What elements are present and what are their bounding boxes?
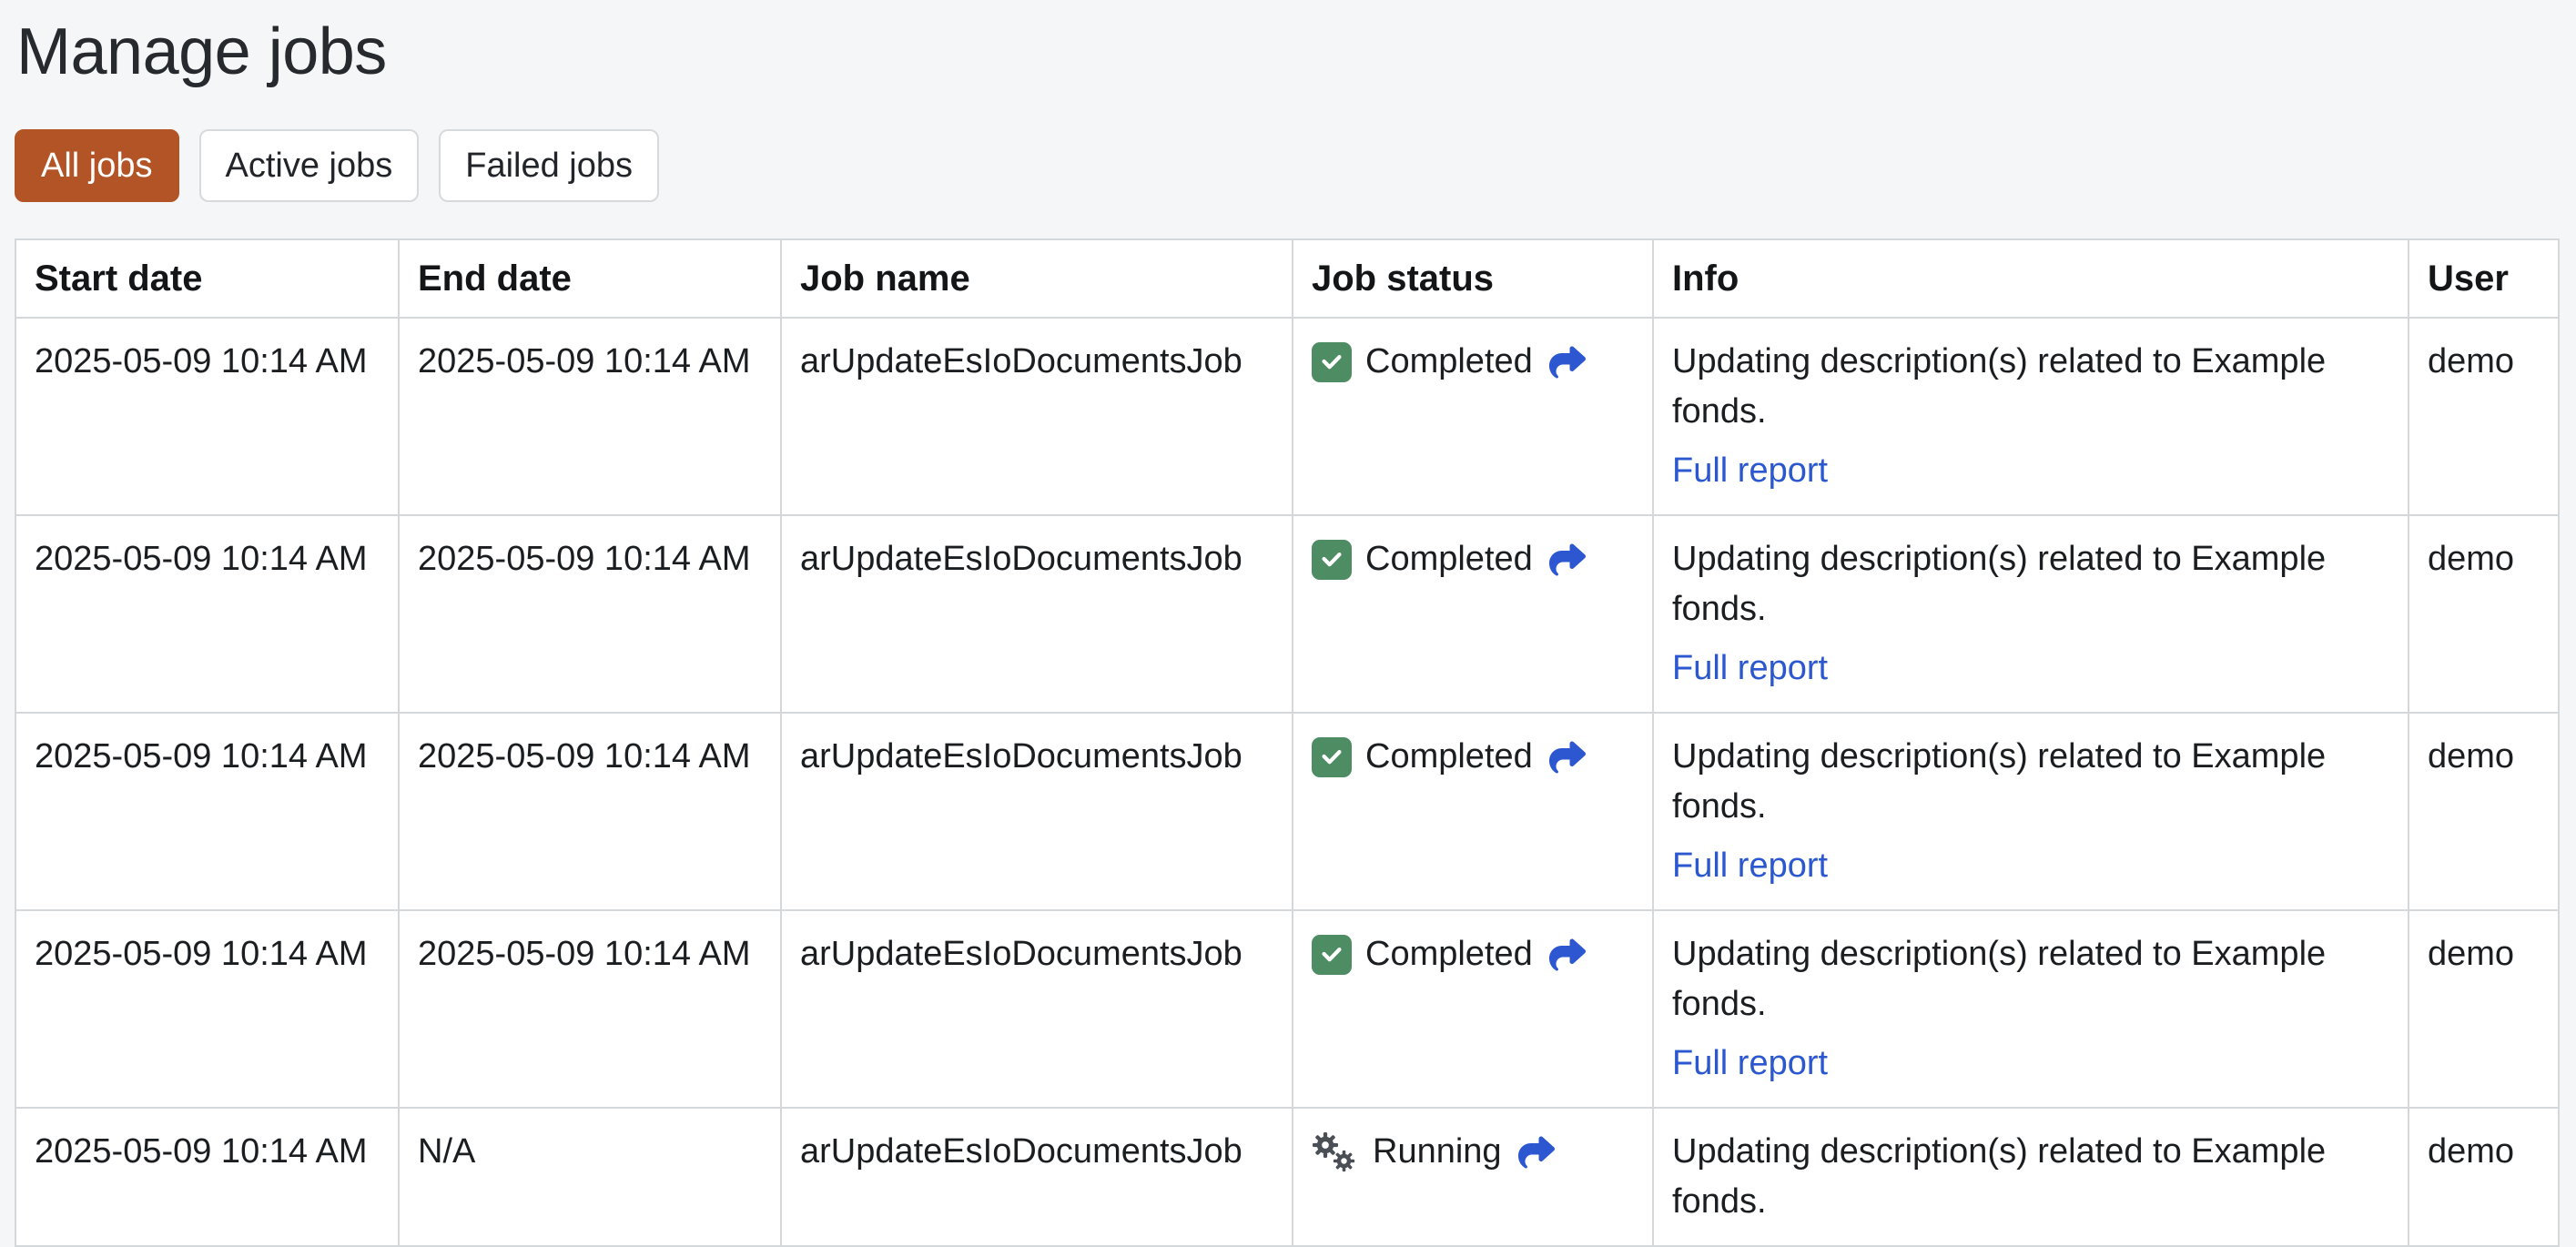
job-info-text: Updating description(s) related to Examp… (1672, 342, 2327, 431)
cell-job-name: arUpdateEsIoDocumentsJob (780, 514, 1293, 714)
cell-user: demo (2408, 712, 2560, 911)
table-header-row: Start date End date Job name Job status … (15, 238, 2560, 319)
col-header-job-name: Job name (780, 238, 1293, 319)
cell-end-date: 2025-05-09 10:14 AM (398, 909, 782, 1109)
job-info-text: Updating description(s) related to Examp… (1672, 540, 2327, 628)
check-square-icon (1312, 539, 1352, 580)
page-title: Manage jobs (16, 15, 387, 88)
cell-start-date: 2025-05-09 10:14 AM (15, 712, 400, 911)
cell-job-name: arUpdateEsIoDocumentsJob (780, 712, 1293, 911)
full-report-link[interactable]: Full report (1672, 1044, 1828, 1082)
cell-user: demo (2408, 1107, 2560, 1247)
share-arrow-icon[interactable] (1547, 542, 1588, 578)
full-report-link[interactable]: Full report (1672, 847, 1828, 885)
cell-job-name: arUpdateEsIoDocumentsJob (780, 317, 1293, 516)
cell-job-name: arUpdateEsIoDocumentsJob (780, 909, 1293, 1109)
job-info-text: Updating description(s) related to Examp… (1672, 935, 2327, 1023)
job-status: Completed (1312, 534, 1634, 584)
filter-all-jobs-button[interactable]: All jobs (15, 129, 179, 202)
cell-job-status: Completed (1292, 712, 1654, 911)
job-status: Running (1312, 1127, 1634, 1177)
status-label: Running (1373, 1132, 1502, 1171)
table-row: 2025-05-09 10:14 AM 2025-05-09 10:14 AM … (15, 712, 2560, 911)
cell-start-date: 2025-05-09 10:14 AM (15, 317, 400, 516)
full-report-link[interactable]: Full report (1672, 649, 1828, 687)
manage-jobs-page: Manage jobs All jobs Active jobs Failed … (0, 13, 2576, 1247)
job-info-text: Updating description(s) related to Examp… (1672, 1132, 2327, 1221)
col-header-user: User (2408, 238, 2560, 319)
jobs-table: Start date End date Job name Job status … (15, 238, 2560, 1247)
filter-failed-jobs-button[interactable]: Failed jobs (439, 129, 660, 202)
share-arrow-icon[interactable] (1516, 1134, 1557, 1171)
status-label: Completed (1365, 342, 1533, 380)
status-label: Completed (1365, 540, 1533, 578)
cell-user: demo (2408, 317, 2560, 516)
col-header-job-status: Job status (1292, 238, 1654, 319)
job-status: Completed (1312, 337, 1634, 387)
cell-end-date: N/A (398, 1107, 782, 1247)
cell-user: demo (2408, 909, 2560, 1109)
full-report-link[interactable]: Full report (1672, 451, 1828, 490)
table-row: 2025-05-09 10:14 AM 2025-05-09 10:14 AM … (15, 514, 2560, 714)
cell-start-date: 2025-05-09 10:14 AM (15, 1107, 400, 1247)
cell-info: Updating description(s) related to Examp… (1652, 514, 2409, 714)
cell-job-status: Completed (1292, 317, 1654, 516)
cell-job-status: Completed (1292, 514, 1654, 714)
cell-info: Updating description(s) related to Examp… (1652, 317, 2409, 516)
cell-info: Updating description(s) related to Examp… (1652, 712, 2409, 911)
share-arrow-icon[interactable] (1547, 344, 1588, 380)
check-square-icon (1312, 736, 1352, 777)
table-row: 2025-05-09 10:14 AM 2025-05-09 10:14 AM … (15, 317, 2560, 516)
share-arrow-icon[interactable] (1547, 937, 1588, 973)
job-status: Completed (1312, 929, 1634, 979)
check-square-icon (1312, 341, 1352, 382)
cell-info: Updating description(s) related to Examp… (1652, 1107, 2409, 1247)
job-filters: All jobs Active jobs Failed jobs (15, 129, 2558, 202)
gears-icon (1312, 1130, 1359, 1174)
cell-end-date: 2025-05-09 10:14 AM (398, 317, 782, 516)
status-label: Completed (1365, 737, 1533, 776)
col-header-start-date: Start date (15, 238, 400, 319)
job-info-text: Updating description(s) related to Examp… (1672, 737, 2327, 826)
status-label: Completed (1365, 935, 1533, 973)
cell-start-date: 2025-05-09 10:14 AM (15, 909, 400, 1109)
job-status: Completed (1312, 732, 1634, 782)
check-square-icon (1312, 934, 1352, 975)
cell-user: demo (2408, 514, 2560, 714)
share-arrow-icon[interactable] (1547, 739, 1588, 776)
cell-start-date: 2025-05-09 10:14 AM (15, 514, 400, 714)
table-row: 2025-05-09 10:14 AM 2025-05-09 10:14 AM … (15, 909, 2560, 1109)
cell-info: Updating description(s) related to Examp… (1652, 909, 2409, 1109)
col-header-info: Info (1652, 238, 2409, 319)
cell-job-name: arUpdateEsIoDocumentsJob (780, 1107, 1293, 1247)
col-header-end-date: End date (398, 238, 782, 319)
cell-job-status: Running (1292, 1107, 1654, 1247)
cell-end-date: 2025-05-09 10:14 AM (398, 712, 782, 911)
filter-active-jobs-button[interactable]: Active jobs (198, 129, 420, 202)
table-row: 2025-05-09 10:14 AM N/A arUpdateEsIoDocu… (15, 1107, 2560, 1247)
cell-job-status: Completed (1292, 909, 1654, 1109)
cell-end-date: 2025-05-09 10:14 AM (398, 514, 782, 714)
